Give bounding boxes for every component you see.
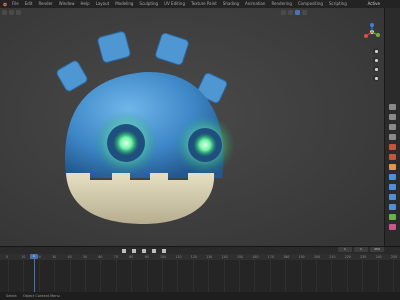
scene-tab[interactable]: [389, 144, 396, 150]
xray-button[interactable]: [288, 9, 293, 15]
menu-item[interactable]: Help: [77, 0, 92, 8]
timeline-gridline: [377, 260, 379, 292]
status-context-menu: Object Context Menu: [22, 294, 60, 298]
timeline-body[interactable]: [0, 260, 400, 292]
viewport-header: [0, 8, 384, 16]
menu-item[interactable]: Rendering: [268, 0, 294, 8]
play-reverse-icon[interactable]: [142, 249, 146, 253]
timeline-gridline: [23, 260, 25, 292]
data-tab[interactable]: [389, 214, 396, 220]
menu-item[interactable]: Edit: [22, 0, 36, 8]
render-tab[interactable]: [389, 114, 396, 120]
overlay-button[interactable]: [281, 9, 286, 15]
timeline-gridline: [131, 260, 133, 292]
timeline-gridline: [269, 260, 271, 292]
constraints-tab[interactable]: [389, 204, 396, 210]
timeline-gridline: [239, 260, 240, 292]
play-icon[interactable]: [152, 249, 156, 253]
end-frame-field[interactable]: 250: [370, 247, 384, 252]
pan-hand-icon[interactable]: [373, 57, 379, 63]
menu-item[interactable]: Render: [35, 0, 55, 8]
timeline-gridline: [177, 260, 179, 292]
menu-item[interactable]: Texture Paint: [188, 0, 220, 8]
timeline-gridline: [346, 260, 348, 292]
modifier-tab[interactable]: [389, 174, 396, 180]
grid-icon[interactable]: [373, 75, 379, 81]
menu-item[interactable]: File: [9, 0, 22, 8]
status-select: Select: [6, 294, 17, 298]
timeline-gridline: [162, 260, 163, 292]
timeline-gridline: [146, 260, 148, 292]
timeline-gridline: [192, 260, 194, 292]
menu-item[interactable]: Scripting: [326, 0, 350, 8]
jump-keyframe-forward-icon[interactable]: [162, 249, 166, 253]
rendered-shading-button[interactable]: [295, 9, 300, 15]
menu-item[interactable]: Window: [56, 0, 78, 8]
properties-tab-strip: [384, 8, 400, 246]
navigation-gizmo[interactable]: [360, 20, 384, 44]
timeline-gridline: [300, 260, 302, 292]
tool-tab[interactable]: [389, 104, 396, 110]
menu-item[interactable]: UV Editing: [161, 0, 188, 8]
material-tab[interactable]: [389, 224, 396, 230]
menu-item[interactable]: Modeling: [112, 0, 136, 8]
timeline-gridline: [54, 260, 56, 292]
zoom-icon[interactable]: [373, 48, 379, 54]
status-bar: Select Object Context Menu: [0, 292, 400, 300]
playhead-line: [34, 259, 35, 292]
timeline-gridline: [100, 260, 102, 292]
camera-icon[interactable]: [373, 66, 379, 72]
timeline-gridline: [69, 260, 71, 292]
menu-item[interactable]: Shading: [220, 0, 242, 8]
menu-item[interactable]: Sculpting: [136, 0, 161, 8]
timeline-gridline: [393, 260, 394, 292]
editor-type-button[interactable]: [2, 9, 7, 15]
godot-robot-render: [0, 8, 384, 246]
mode-button[interactable]: [9, 9, 14, 15]
view-menu-button[interactable]: [16, 9, 21, 15]
timeline-gridline: [115, 260, 117, 292]
jump-start-icon[interactable]: [122, 249, 126, 253]
menu-item[interactable]: Compositing: [295, 0, 326, 8]
output-tab[interactable]: [389, 124, 396, 130]
timeline-gridline: [38, 260, 40, 292]
menu-item[interactable]: Layout: [93, 0, 113, 8]
timeline-gridline: [285, 260, 287, 292]
timeline-gridline: [8, 260, 9, 292]
scene-selector[interactable]: Active: [368, 0, 380, 8]
timeline-gridline: [316, 260, 317, 292]
timeline-gridline: [208, 260, 210, 292]
object-tab[interactable]: [389, 164, 396, 170]
jump-keyframe-back-icon[interactable]: [132, 249, 136, 253]
timeline-gridline: [254, 260, 256, 292]
world-tab[interactable]: [389, 154, 396, 160]
physics-tab[interactable]: [389, 194, 396, 200]
frame-range: 1 1 250: [338, 247, 384, 252]
timeline-gridline: [85, 260, 86, 292]
timeline-gridline: [223, 260, 225, 292]
timeline-gridline: [331, 260, 333, 292]
particles-tab[interactable]: [389, 184, 396, 190]
top-menu-bar: File Edit Render Window Help Layout Modeling Sc…: [0, 0, 400, 8]
blender-logo-icon[interactable]: [2, 2, 7, 7]
current-frame-field[interactable]: 1: [338, 247, 352, 252]
start-frame-field[interactable]: 1: [354, 247, 368, 252]
3d-viewport[interactable]: [0, 8, 384, 246]
menu-item[interactable]: Animation: [242, 0, 268, 8]
shading-options-button[interactable]: [302, 9, 307, 15]
timeline-gridline: [362, 260, 364, 292]
view-layer-tab[interactable]: [389, 134, 396, 140]
